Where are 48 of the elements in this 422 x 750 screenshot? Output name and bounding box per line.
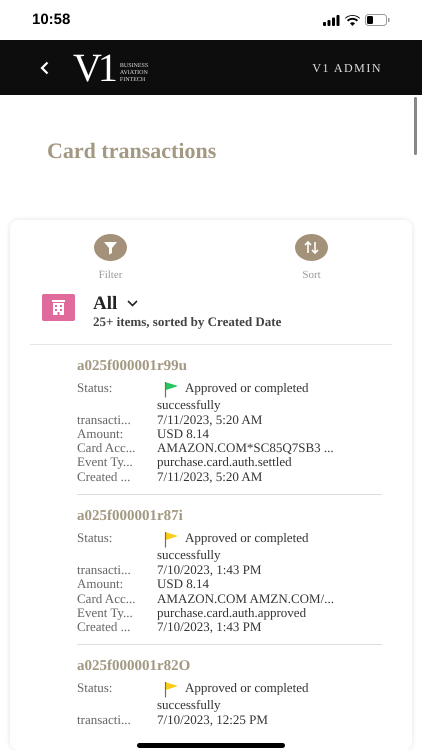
field-label: transacti... [77, 713, 132, 728]
clock: 10:58 [32, 10, 70, 30]
page-title: Card transactions [47, 138, 218, 164]
field-label: transacti... [77, 562, 132, 578]
record-id[interactable]: a025f000001r99u [77, 356, 382, 374]
field-value: AMAZON.COM*SC85Q7SB3 ... [157, 441, 334, 456]
field-label: Amount: [77, 426, 124, 442]
status-value: Approved or completed successfully [157, 378, 310, 412]
field-value: AMAZON.COM AMZN.COM/... [157, 592, 334, 606]
field-label: Created ... [77, 470, 130, 484]
field-label: transacti... [77, 412, 132, 427]
field-label: Event Ty... [77, 455, 134, 470]
sort-icon[interactable] [295, 234, 328, 261]
field-value: 7/11/2023, 5:20 AM [157, 412, 262, 427]
back-icon[interactable] [40, 60, 49, 74]
field-label: Status: [77, 528, 114, 547]
list-summary: 25+ items, sorted by Created Date [93, 314, 282, 330]
chevron-down-icon[interactable] [127, 300, 138, 307]
building-icon [42, 294, 75, 320]
field-value: 7/10/2023, 1:43 PM [157, 620, 262, 634]
field-label: Event Ty... [77, 606, 134, 620]
field-value: USD 8.14 [157, 577, 210, 592]
field-value: purchase.card.auth.approved [157, 606, 306, 620]
field-label: Status: [77, 679, 114, 698]
field-label: Created ... [77, 620, 130, 634]
field-value: USD 8.14 [157, 426, 210, 442]
header-title: V1 ADMIN [312, 60, 382, 76]
filter-icon[interactable] [94, 234, 127, 261]
wifi-icon [345, 14, 360, 26]
list-view-name[interactable]: All [93, 294, 118, 314]
field-value: purchase.card.auth.settled [157, 455, 292, 470]
field-value: 7/10/2023, 1:43 PM [157, 562, 262, 578]
battery-icon [365, 14, 390, 26]
logo-mark: V1 [73, 48, 114, 88]
signal-icon [323, 14, 340, 26]
field-value: 7/10/2023, 12:25 PM [157, 713, 268, 728]
filter-label[interactable]: Filter [98, 267, 122, 284]
field-label: Card Acc... [77, 441, 136, 456]
status-value: Approved or completed successfully [157, 528, 310, 563]
record-id[interactable]: a025f000001r87i [77, 506, 382, 525]
field-label: Amount: [77, 577, 124, 592]
field-label: Status: [77, 378, 114, 396]
scrollbar [414, 97, 417, 155]
field-label: Card Acc... [77, 592, 136, 606]
field-value: 7/11/2023, 5:20 AM [157, 470, 262, 484]
sort-label[interactable]: Sort [302, 267, 321, 284]
status-value: Approved or completed successfully [157, 679, 310, 714]
record-id[interactable]: a025f000001r82O [77, 657, 382, 676]
